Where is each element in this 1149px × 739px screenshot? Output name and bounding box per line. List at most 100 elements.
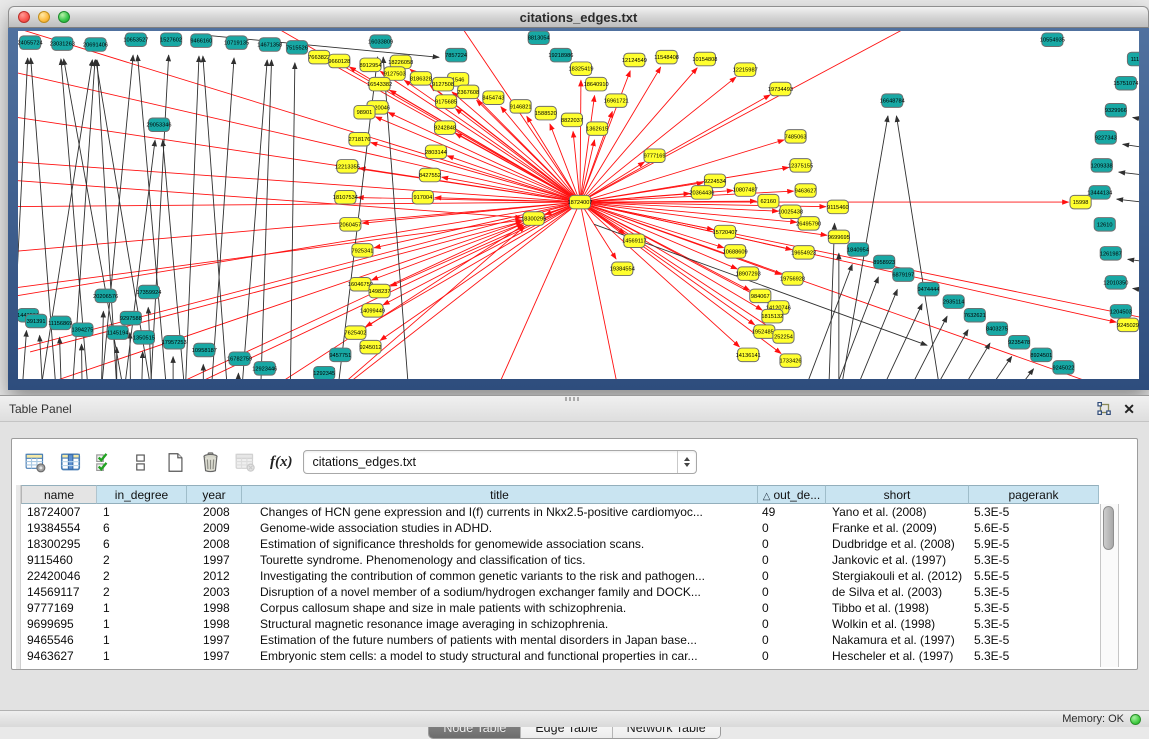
delete-table-icon[interactable] xyxy=(196,449,224,475)
network-node[interactable]: 10958187 xyxy=(192,343,217,357)
network-node[interactable]: 1498237 xyxy=(369,284,391,298)
network-node[interactable]: 8958923 xyxy=(873,255,895,269)
table-row[interactable]: 1938455462009Genome-wide association stu… xyxy=(21,520,1099,536)
network-node[interactable]: 8454743 xyxy=(482,91,504,105)
network-node[interactable]: 1840954 xyxy=(847,243,869,257)
network-node[interactable]: 9242848 xyxy=(434,121,456,135)
close-panel-icon[interactable]: ✕ xyxy=(1123,402,1135,416)
network-node[interactable]: 9115460 xyxy=(827,200,849,214)
network-node[interactable]: 16782759 xyxy=(227,352,252,366)
network-node[interactable]: 10719135 xyxy=(224,36,249,50)
network-node[interactable]: 9699695 xyxy=(828,230,850,244)
network-node[interactable]: 1292345 xyxy=(313,366,335,379)
column-header-title[interactable]: title xyxy=(242,485,758,504)
network-node[interactable]: 18640910 xyxy=(584,77,609,91)
network-node[interactable]: 9329966 xyxy=(1105,104,1127,118)
close-window-icon[interactable] xyxy=(18,11,30,23)
table-row[interactable]: 911546021997Tourette syndrome. Phenomeno… xyxy=(21,552,1099,568)
network-node[interactable]: 8813054 xyxy=(528,31,550,45)
network-node[interactable]: 10554935 xyxy=(1040,33,1065,47)
network-node[interactable]: 9660128 xyxy=(328,54,350,68)
network-node[interactable]: 9474444 xyxy=(918,282,940,296)
scrollbar-thumb[interactable] xyxy=(1103,506,1114,550)
network-node[interactable]: 16648784 xyxy=(880,94,905,108)
network-node[interactable]: 1362615 xyxy=(586,122,608,136)
network-node[interactable]: 23031263 xyxy=(50,37,75,51)
network-node[interactable]: 14136141 xyxy=(736,348,761,362)
new-table-icon[interactable] xyxy=(161,449,189,475)
network-node[interactable]: 9127508 xyxy=(432,77,454,91)
network-node[interactable]: 12375155 xyxy=(788,159,813,173)
network-node[interactable]: 12124549 xyxy=(622,53,647,67)
network-node[interactable]: 10688609 xyxy=(723,245,748,259)
network-node[interactable]: 19734493 xyxy=(768,82,793,96)
network-node[interactable]: 11548408 xyxy=(654,50,679,64)
network-node[interactable]: 16543382 xyxy=(367,77,392,91)
table-select-combo[interactable]: citations_edges.txt xyxy=(303,450,697,474)
network-canvas[interactable]: 1872400718300295240557242303126320691406… xyxy=(18,31,1139,379)
network-node[interactable]: 9466160 xyxy=(190,34,212,48)
vertical-scrollbar[interactable] xyxy=(1100,504,1119,667)
network-node[interactable]: 24055724 xyxy=(18,36,43,50)
network-node[interactable]: 10807487 xyxy=(733,183,758,197)
panel-resize-grip[interactable] xyxy=(565,397,581,401)
zoom-window-icon[interactable] xyxy=(58,11,70,23)
network-node[interactable]: 9777169 xyxy=(644,149,666,163)
network-node[interactable]: 2367608 xyxy=(457,85,479,99)
network-node[interactable]: 9245012 xyxy=(360,340,382,354)
network-graph[interactable]: 1872400718300295240557242303126320691406… xyxy=(18,31,1139,379)
network-node[interactable]: 14099449 xyxy=(360,304,385,318)
network-node[interactable]: 29053346 xyxy=(146,118,171,132)
network-node[interactable]: 16033809 xyxy=(368,35,393,49)
network-node[interactable]: 1145194 xyxy=(107,326,129,340)
network-node[interactable]: 15998 xyxy=(1070,195,1091,209)
network-node[interactable]: 16961721 xyxy=(604,94,629,108)
network-node[interactable]: 2803144 xyxy=(425,145,447,159)
network-node[interactable]: 8403275 xyxy=(986,322,1008,336)
network-node[interactable]: 984067 xyxy=(750,289,771,303)
table-row[interactable]: 946554611997Estimation of the future num… xyxy=(21,632,1099,648)
network-node[interactable]: 10653527 xyxy=(123,33,148,47)
network-node[interactable]: 8924501 xyxy=(1030,348,1052,362)
select-all-icon[interactable] xyxy=(91,449,119,475)
network-node[interactable]: 1209338 xyxy=(1091,159,1113,173)
table-row[interactable]: 1872400712008Changes of HCN gene express… xyxy=(21,504,1099,520)
table-row[interactable]: 946362711997Embryonic stem cells: a mode… xyxy=(21,648,1099,664)
network-node[interactable]: 17359924 xyxy=(136,285,161,299)
network-node[interactable]: 1588520 xyxy=(535,106,557,120)
network-node[interactable]: 10025438 xyxy=(778,205,803,219)
network-node[interactable]: 1394275 xyxy=(71,323,93,337)
network-node[interactable]: 12215987 xyxy=(733,63,758,77)
network-node[interactable]: 14569117 xyxy=(622,234,647,248)
column-header-short[interactable]: short xyxy=(826,485,969,504)
network-node[interactable]: 8822037 xyxy=(561,113,583,127)
network-node[interactable]: 12010350 xyxy=(1103,276,1128,290)
table-row[interactable]: 1456911722003Disruption of a novel membe… xyxy=(21,584,1099,600)
network-node[interactable]: 7663822 xyxy=(308,50,330,64)
network-node[interactable]: 8912954 xyxy=(360,58,382,72)
column-header-year[interactable]: year xyxy=(187,485,242,504)
network-node[interactable]: 7625402 xyxy=(344,326,366,340)
network-node[interactable]: 252254 xyxy=(773,330,794,344)
show-columns-icon[interactable] xyxy=(56,449,84,475)
table-row[interactable]: 977716911998Corpus callosum shape and si… xyxy=(21,600,1099,616)
network-node[interactable]: 62160 xyxy=(758,194,779,208)
network-node[interactable]: 18724007 xyxy=(567,195,592,209)
network-node[interactable]: 19654923 xyxy=(791,246,816,260)
network-node[interactable]: 14671358 xyxy=(257,38,282,52)
function-builder-icon[interactable]: f(x) xyxy=(270,454,293,471)
network-node[interactable]: 8427552 xyxy=(419,168,441,182)
network-node[interactable]: 20364436 xyxy=(689,186,714,200)
network-node[interactable]: 11156869 xyxy=(48,316,72,330)
column-header-in_degree[interactable]: in_degree xyxy=(97,485,187,504)
network-node[interactable]: 18325419 xyxy=(568,62,593,76)
network-node[interactable]: 7485063 xyxy=(785,130,807,144)
network-node[interactable]: 1527602 xyxy=(160,33,182,47)
network-node[interactable]: 26495790 xyxy=(796,217,821,231)
network-node[interactable]: 9297588 xyxy=(120,311,142,325)
float-panel-icon[interactable] xyxy=(1097,402,1111,415)
table-mode-icon[interactable] xyxy=(21,449,49,475)
network-node[interactable]: 1204503 xyxy=(1110,305,1132,319)
network-node[interactable]: 15751074 xyxy=(1113,76,1138,90)
network-node[interactable]: 19756928 xyxy=(780,272,805,286)
